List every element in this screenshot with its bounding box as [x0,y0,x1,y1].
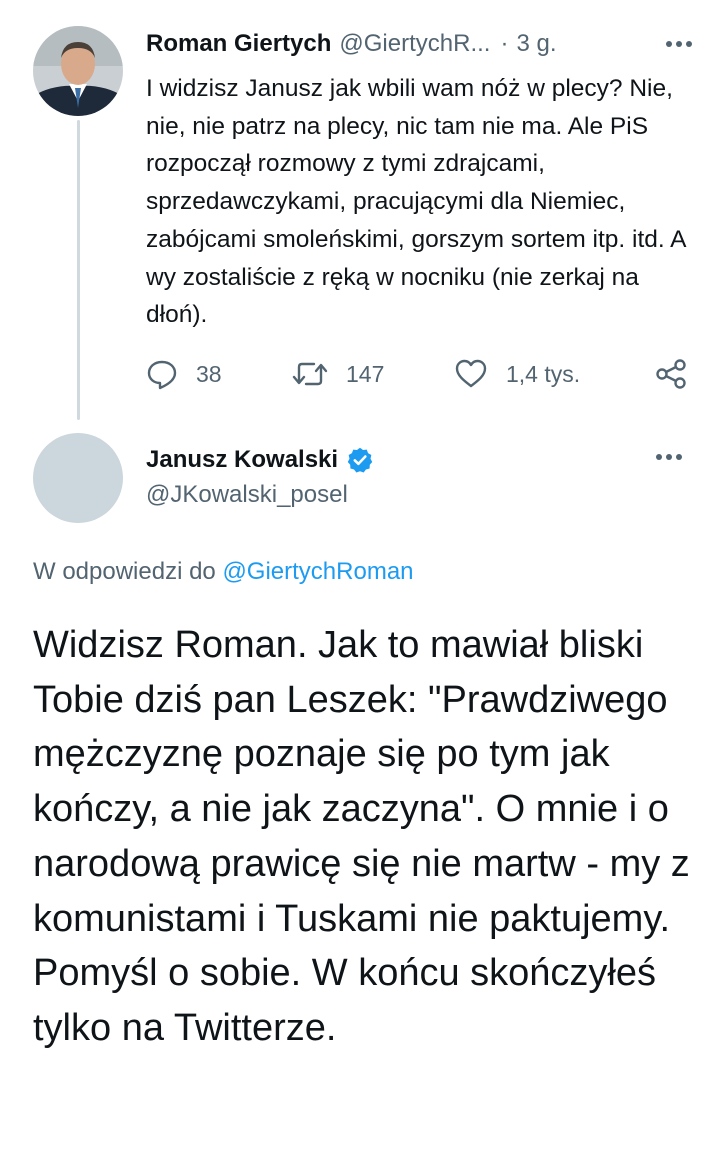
author-handle[interactable]: @JKowalski_posel [146,481,348,509]
more-options-button[interactable] [662,30,696,58]
more-icon [666,41,692,47]
retweet-icon [292,362,328,386]
share-icon [656,359,686,389]
reply-icon [147,360,177,390]
separator-dot: · [500,30,509,57]
retweet-button[interactable]: 147 [292,352,384,396]
like-button[interactable]: 1,4 tys. [454,352,580,396]
verified-badge-icon [347,447,373,473]
heart-icon [455,359,487,388]
timestamp[interactable]: 3 g. [516,30,556,58]
avatar[interactable] [33,433,123,523]
like-count: 1,4 tys. [506,360,581,387]
avatar-photo [33,26,123,116]
author-handle[interactable]: @GiertychR... [339,30,490,58]
reply-mention-link[interactable]: @GiertychRoman [222,558,413,585]
more-options-button[interactable] [652,443,686,471]
tweet-actions: 38 147 1,4 tys. [146,352,696,396]
retweet-count: 147 [346,360,385,387]
share-button[interactable] [654,352,688,396]
tweet-header: Roman Giertych @GiertychR... · 3 g. [146,26,696,62]
reply-count: 38 [196,360,222,387]
reply-context: W odpowiedzi do @GiertychRoman [33,558,414,586]
author-name-row: Janusz Kowalski [146,442,374,478]
author-name[interactable]: Roman Giertych [146,30,331,58]
more-icon [656,454,682,460]
reply-prefix: W odpowiedzi do [33,558,216,585]
tweet-text: I widzisz Janusz jak wbili wam nóż w ple… [146,75,686,329]
reply-button[interactable]: 38 [146,352,222,396]
tweet-text: Widzisz Roman. Jak to mawiał bliski Tobi… [33,624,690,1049]
avatar[interactable] [33,26,123,116]
author-name[interactable]: Janusz Kowalski [146,446,338,474]
thread-line [77,120,80,420]
